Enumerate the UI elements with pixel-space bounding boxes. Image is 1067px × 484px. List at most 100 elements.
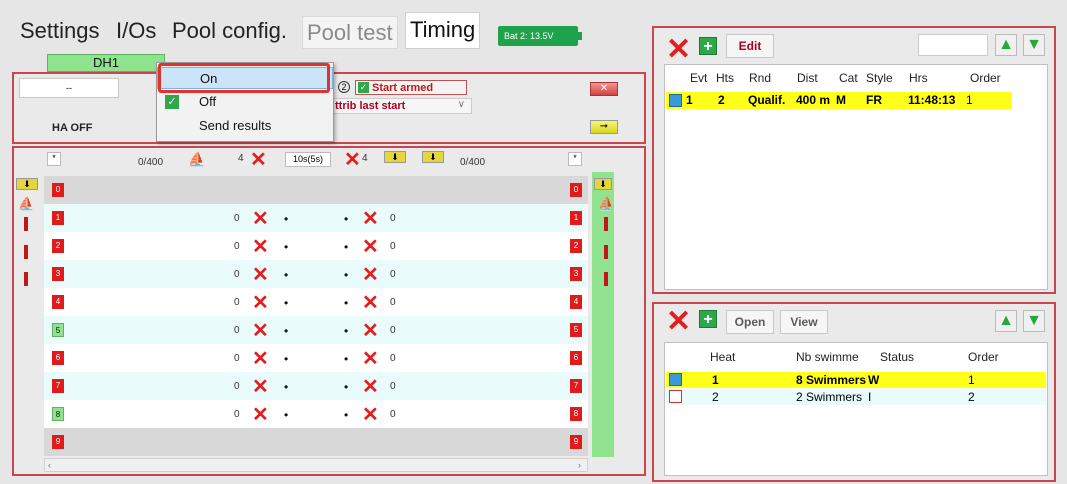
lane-number-left[interactable]: 3 — [52, 267, 64, 281]
scroll-left-icon[interactable]: ‹ — [48, 460, 51, 470]
lane-number-left[interactable]: 1 — [52, 211, 64, 225]
menu-item-send-results[interactable]: Send results — [157, 115, 333, 137]
scroll-right-icon[interactable]: › — [578, 460, 581, 470]
lane-number-left[interactable]: 5 — [52, 323, 64, 337]
arrow-right-icon[interactable]: ➞ — [590, 120, 618, 134]
lane-number-right[interactable]: 7 — [570, 379, 582, 393]
download-icon[interactable]: ⬇ — [594, 178, 612, 190]
dot-left: • — [284, 408, 289, 422]
right-side-strip — [592, 172, 614, 457]
event-rnd: Qualif. — [748, 93, 786, 107]
edit-event-button[interactable]: Edit — [726, 34, 774, 58]
left-toggle[interactable]: * — [47, 152, 61, 166]
tab-pool-config[interactable]: Pool config. — [172, 18, 287, 44]
heat-status: I — [868, 390, 872, 404]
value-field[interactable]: -- — [19, 78, 119, 98]
lane-number-right[interactable]: 0 — [570, 183, 582, 197]
lane-row: 5 0 ✕ • • ✕ 0 5 — [44, 316, 588, 344]
remove-right-icon[interactable]: ✕ — [362, 293, 379, 313]
tab-pool-test[interactable]: Pool test — [302, 16, 398, 49]
badge-2[interactable]: 2 — [338, 81, 350, 93]
remove-left-icon[interactable]: ✕ — [252, 349, 269, 369]
lane-number-left[interactable]: 6 — [52, 351, 64, 365]
download-icon[interactable]: ⬇ — [16, 178, 38, 190]
dot-right: • — [344, 268, 349, 282]
lane-number-right[interactable]: 3 — [570, 267, 582, 281]
delete-heat-icon[interactable]: ✕ — [666, 307, 691, 337]
tab-settings[interactable]: Settings — [20, 18, 100, 44]
lane-number-left[interactable]: 7 — [52, 379, 64, 393]
lane-number-right[interactable]: 5 — [570, 323, 582, 337]
add-event-icon[interactable]: + — [699, 37, 717, 55]
lane-row: 9 9 — [44, 428, 588, 456]
event-hrs: 11:48:13 — [908, 93, 956, 107]
lane-number-right[interactable]: 2 — [570, 239, 582, 253]
remove-left-icon[interactable]: ✕ — [252, 265, 269, 285]
remove-right-icon[interactable]: ✕ — [362, 405, 379, 425]
remove-right-icon[interactable]: ✕ — [362, 321, 379, 341]
tab-timing[interactable]: Timing — [405, 12, 481, 49]
lane-row: 1 0 ✕ • • ✕ 0 1 — [44, 204, 588, 232]
remove-right-icon[interactable]: ✕ — [362, 237, 379, 257]
tab-ios[interactable]: I/Os — [116, 18, 156, 44]
left-count: 0/400 — [138, 157, 164, 168]
lane-number-left[interactable]: 0 — [52, 183, 64, 197]
chevron-down-icon: ∨ — [457, 99, 465, 110]
lane-row: 4 0 ✕ • • ✕ 0 4 — [44, 288, 588, 316]
remove-left-icon[interactable]: ✕ — [252, 405, 269, 425]
checkmark-icon: ✓ — [165, 95, 179, 109]
col-hts: Hts — [716, 71, 734, 85]
alert-icon — [24, 272, 28, 286]
lane-number-left[interactable]: 4 — [52, 295, 64, 309]
remove-left-icon[interactable]: ✕ — [252, 321, 269, 341]
menu-item-off[interactable]: Off — [157, 91, 333, 113]
device-label[interactable]: DH1 — [47, 54, 165, 72]
check-icon: ✓ — [358, 82, 369, 93]
dot-right: • — [344, 380, 349, 394]
dot-right: • — [344, 352, 349, 366]
right-count: 0/400 — [460, 157, 486, 168]
remove-right-icon[interactable]: ✕ — [362, 377, 379, 397]
remove-left-icon[interactable]: ✕ — [252, 293, 269, 313]
event-search-field[interactable] — [918, 34, 988, 56]
download-right-icon[interactable]: ⬇ — [422, 151, 444, 163]
remove-right-icon[interactable]: ✕ — [362, 265, 379, 285]
move-down-icon[interactable]: ▼ — [1023, 34, 1045, 56]
open-heat-button[interactable]: Open — [726, 310, 774, 334]
lane-right-value: 0 — [390, 241, 396, 252]
move-up-icon[interactable]: ▲ — [995, 310, 1017, 332]
move-up-icon[interactable]: ▲ — [995, 34, 1017, 56]
horizontal-scrollbar[interactable] — [44, 458, 588, 472]
delete-event-icon[interactable]: ✕ — [666, 35, 691, 65]
cross-right-icon[interactable]: ✕ — [344, 150, 361, 170]
move-down-icon[interactable]: ▼ — [1023, 310, 1045, 332]
close-icon[interactable]: ✕ — [590, 82, 618, 96]
lane-number-left[interactable]: 2 — [52, 239, 64, 253]
attrib-select[interactable]: ttrib last start ∨ — [332, 98, 472, 114]
remove-left-icon[interactable]: ✕ — [252, 377, 269, 397]
remove-left-icon[interactable]: ✕ — [252, 209, 269, 229]
swimmer-icon: ⛵ — [18, 196, 35, 211]
lane-row: 0 0 — [44, 176, 588, 204]
dot-right: • — [344, 408, 349, 422]
lane-number-right[interactable]: 8 — [570, 407, 582, 421]
lane-number-right[interactable]: 4 — [570, 295, 582, 309]
lane-number-right[interactable]: 9 — [570, 435, 582, 449]
remove-left-icon[interactable]: ✕ — [252, 237, 269, 257]
lane-number-left[interactable]: 8 — [52, 407, 64, 421]
time-field[interactable]: 10s(5s) — [285, 152, 331, 167]
lane-right-value: 0 — [390, 297, 396, 308]
lane-left-value: 0 — [234, 353, 240, 364]
download-left-icon[interactable]: ⬇ — [384, 151, 406, 163]
lane-number-right[interactable]: 1 — [570, 211, 582, 225]
selection-highlight — [158, 63, 330, 93]
view-heat-button[interactable]: View — [780, 310, 828, 334]
lane-number-right[interactable]: 6 — [570, 351, 582, 365]
lane-number-left[interactable]: 9 — [52, 435, 64, 449]
remove-right-icon[interactable]: ✕ — [362, 209, 379, 229]
cross-left-icon[interactable]: ✕ — [250, 150, 267, 170]
remove-right-icon[interactable]: ✕ — [362, 349, 379, 369]
add-heat-icon[interactable]: + — [699, 310, 717, 328]
right-toggle[interactable]: * — [568, 152, 582, 166]
start-armed-control[interactable]: ✓ Start armed — [355, 80, 467, 95]
